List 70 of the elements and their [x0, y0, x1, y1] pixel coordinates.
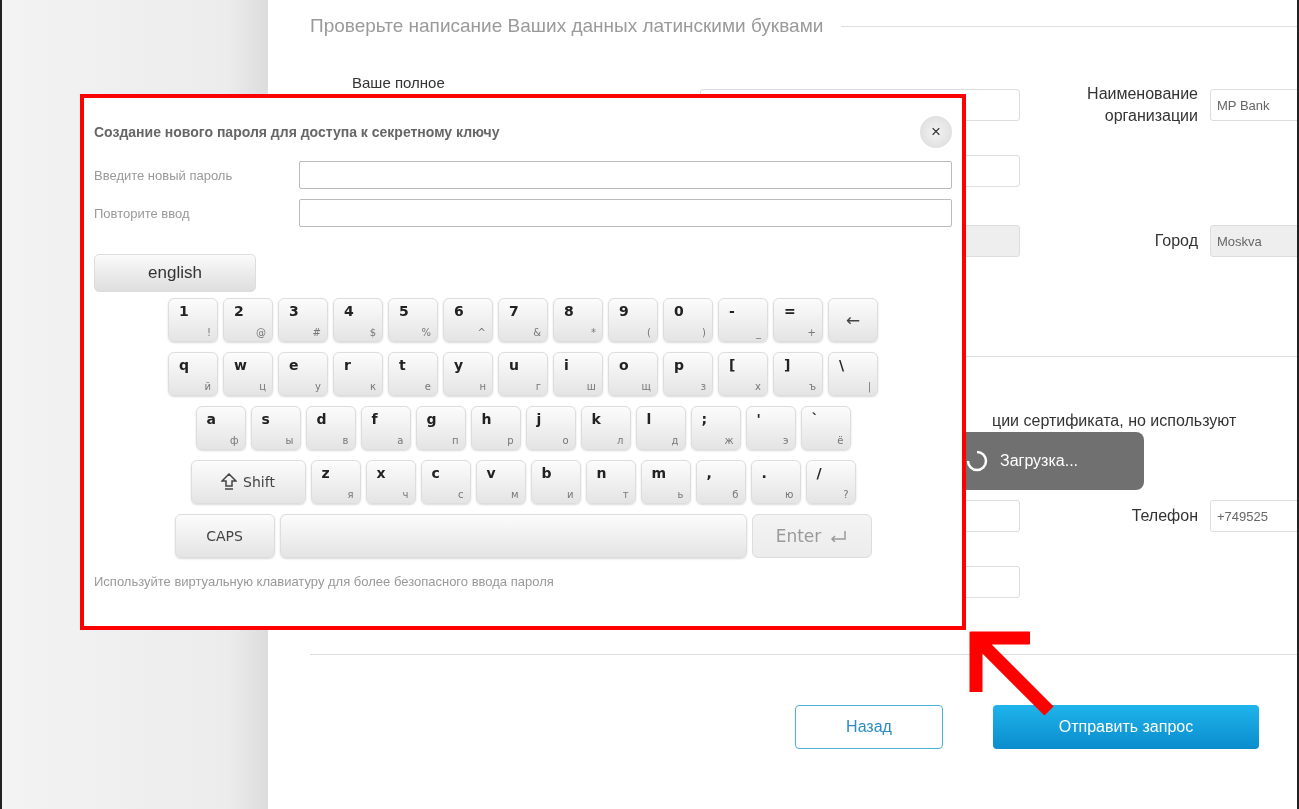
keyboard-key[interactable]: s ы [250, 406, 301, 450]
keyboard-key[interactable]: f а [360, 406, 411, 450]
keyboard-key[interactable]: 4 $ [333, 298, 383, 342]
keyboard-key[interactable]: l д [635, 406, 686, 450]
keyboard-key[interactable]: \ | [828, 352, 878, 396]
shift-key[interactable]: Shift [190, 460, 306, 504]
keyboard-key[interactable]: n т [585, 460, 636, 504]
close-button[interactable]: × [920, 116, 952, 148]
keyboard-key[interactable]: b и [530, 460, 581, 504]
keyboard-key[interactable]: v м [475, 460, 526, 504]
keyboard-key[interactable]: q й [168, 352, 218, 396]
field-label: Наименование организации [1086, 83, 1199, 126]
dialog-title: Создание нового пароля для доступа к секретному ключу [94, 124, 500, 140]
keyboard-key[interactable]: 0 ) [663, 298, 713, 342]
keyboard-key[interactable]: a ф [195, 406, 246, 450]
keyboard-key[interactable]: 8 * [553, 298, 603, 342]
field-label: Ваше полное [351, 74, 446, 91]
keyboard-key[interactable]: d в [305, 406, 356, 450]
keyboard-key[interactable]: o щ [608, 352, 658, 396]
keyboard-key[interactable]: 5 % [388, 298, 438, 342]
password-field[interactable] [299, 161, 952, 189]
back-button[interactable]: Назад [795, 705, 943, 749]
hint-text: Используйте виртуальную клавиатуру для более безопасного ввода пароля [94, 574, 555, 589]
password-field[interactable] [299, 199, 952, 227]
keyboard-key[interactable]: y н [443, 352, 493, 396]
keyboard-key[interactable]: ` ё [800, 406, 851, 450]
keyboard-key[interactable]: e у [278, 352, 328, 396]
keyboard-key[interactable]: h р [470, 406, 521, 450]
text-field[interactable]: MP Bank [1210, 89, 1297, 121]
field-label: Город [1153, 230, 1199, 251]
field-label: Телефон [1130, 505, 1199, 526]
keyboard-key[interactable]: x ч [365, 460, 416, 504]
shift-icon [221, 473, 238, 491]
keyboard-key[interactable]: g п [415, 406, 466, 450]
keyboard-key[interactable]: w ц [223, 352, 273, 396]
enter-icon [829, 530, 848, 542]
keyboard-key[interactable]: 2 @ [223, 298, 273, 342]
language-button[interactable]: english [94, 254, 256, 292]
keyboard-key[interactable]: 7 & [498, 298, 548, 342]
keyboard-key[interactable]: m ь [640, 460, 691, 504]
note-text: ции сертификата, но используют [992, 412, 1238, 431]
field-label: Введите новый пароль [94, 167, 234, 183]
keyboard-key[interactable]: [ х [718, 352, 768, 396]
space-key[interactable] [279, 514, 747, 558]
text-field[interactable]: +749525 [1210, 500, 1297, 532]
keyboard-key[interactable]: u г [498, 352, 548, 396]
keyboard-key[interactable]: r к [333, 352, 383, 396]
keyboard-key[interactable]: ; ж [690, 406, 741, 450]
backspace-key[interactable]: ← [828, 298, 878, 342]
keyboard-key[interactable]: - _ [718, 298, 768, 342]
keyboard-key[interactable]: j о [525, 406, 576, 450]
keyboard-key[interactable]: 1 ! [168, 298, 218, 342]
field-label: Повторите ввод [94, 205, 191, 221]
keyboard-key[interactable]: 9 ( [608, 298, 658, 342]
keyboard-key[interactable]: 6 ^ [443, 298, 493, 342]
caps-key[interactable]: CAPS [174, 514, 275, 558]
keyboard-key[interactable]: ' э [745, 406, 796, 450]
keyboard-key[interactable]: = + [773, 298, 823, 342]
keyboard-key[interactable]: t е [388, 352, 438, 396]
keyboard-key[interactable]: p з [663, 352, 713, 396]
keyboard-key[interactable]: k л [580, 406, 631, 450]
keyboard-key[interactable]: c с [420, 460, 471, 504]
keyboard-key[interactable]: / ? [805, 460, 856, 504]
keyboard-key[interactable]: i ш [553, 352, 603, 396]
keyboard-key[interactable]: , б [695, 460, 746, 504]
keyboard-key[interactable]: z я [310, 460, 361, 504]
keyboard-key[interactable]: ] ъ [773, 352, 823, 396]
keyboard-key[interactable]: 3 # [278, 298, 328, 342]
keyboard-key[interactable]: . ю [750, 460, 801, 504]
section-title: Проверьте написание Ваших данных латинскими буквами [310, 15, 824, 37]
